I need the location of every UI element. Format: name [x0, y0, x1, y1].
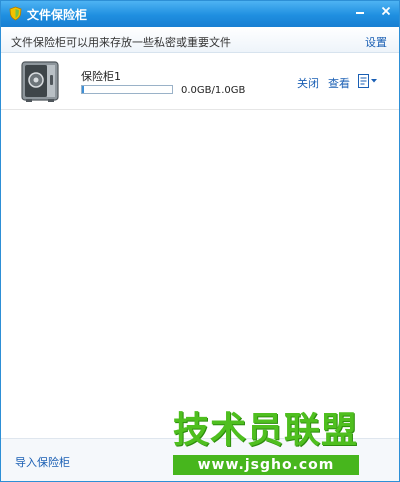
capacity-progress-bar	[81, 85, 173, 94]
app-window: 文件保险柜 文件保险柜可以用来存放一些私密或重要文件 设置 保险柜1 0.0GB…	[0, 0, 400, 482]
info-bar: 文件保险柜可以用来存放一些私密或重要文件 设置	[1, 27, 399, 53]
minimize-button[interactable]	[347, 1, 373, 21]
capacity-progress-fill	[82, 86, 84, 93]
window-title: 文件保险柜	[27, 8, 88, 22]
close-window-button[interactable]	[373, 1, 399, 21]
site-watermark: 技术员联盟 www.jsgho.com	[173, 411, 363, 479]
import-vault-link[interactable]: 导入保险柜	[15, 454, 70, 470]
watermark-url: www.jsgho.com	[173, 455, 359, 475]
safe-icon	[21, 61, 59, 102]
shield-icon	[9, 6, 22, 21]
watermark-logo-text: 技术员联盟	[173, 410, 359, 451]
view-vault-link[interactable]: 查看	[328, 75, 350, 91]
vault-name: 保险柜1	[81, 70, 121, 83]
vault-description: 文件保险柜可以用来存放一些私密或重要文件	[11, 36, 231, 49]
minimize-icon	[356, 12, 364, 14]
settings-link[interactable]: 设置	[365, 34, 387, 50]
title-bar[interactable]: 文件保险柜	[1, 1, 399, 27]
document-dropdown-icon[interactable]	[357, 73, 379, 89]
close-icon	[381, 6, 391, 16]
vault-list-item[interactable]: 保险柜1 0.0GB/1.0GB 关闭 查看	[1, 53, 399, 110]
capacity-usage: 0.0GB/1.0GB	[181, 85, 246, 96]
close-vault-link[interactable]: 关闭	[297, 75, 319, 91]
